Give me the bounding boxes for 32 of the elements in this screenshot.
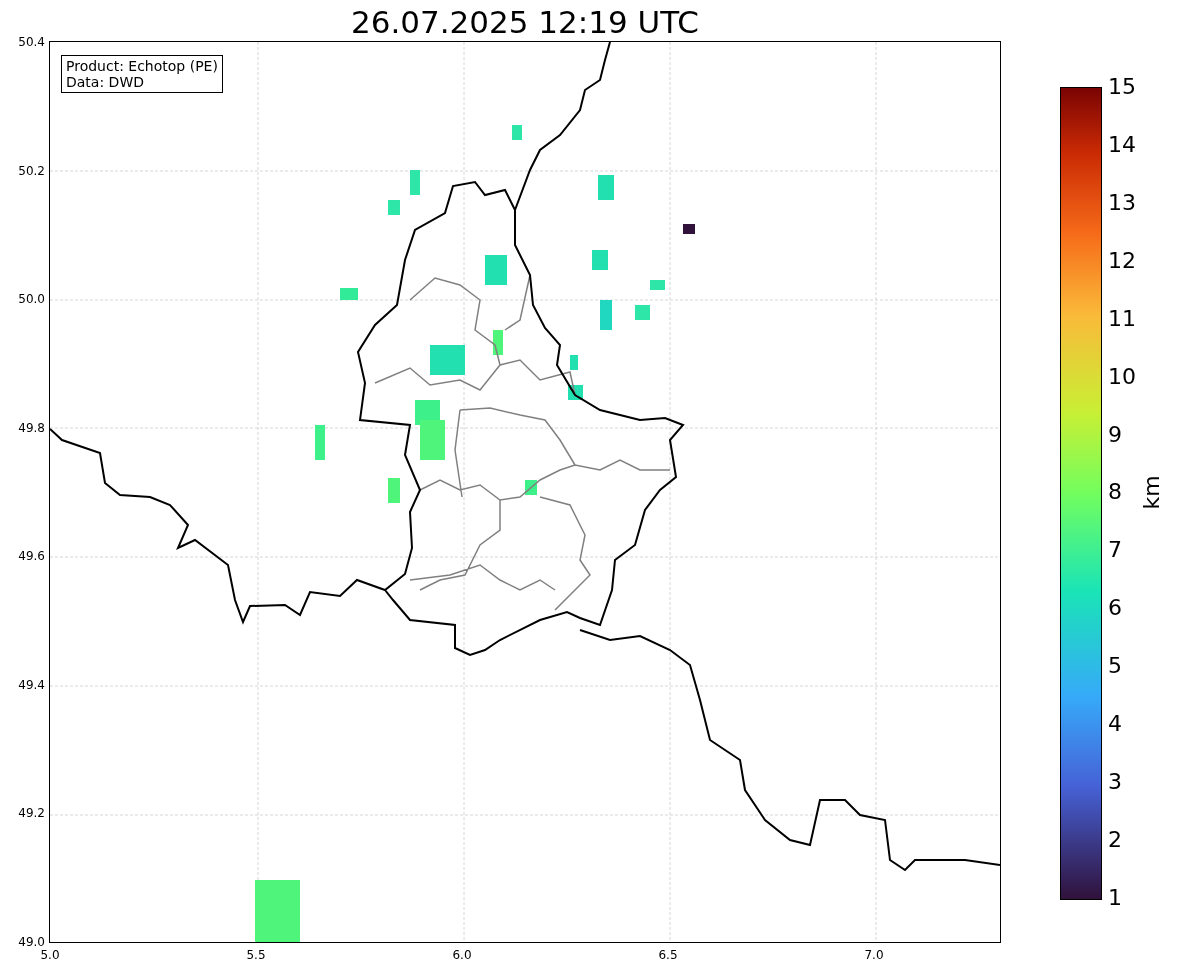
longitude-tick-label: 5.5 bbox=[245, 948, 267, 962]
latitude-tick-label: 49.2 bbox=[18, 806, 45, 821]
colorbar-tick-label: 3 bbox=[1108, 769, 1123, 796]
colorbar-tick-label: 9 bbox=[1108, 421, 1123, 448]
colorbar-tick-label: 10 bbox=[1108, 363, 1136, 390]
colorbar-tick-label: 1 bbox=[1108, 884, 1123, 911]
colorbar-tick-label: 15 bbox=[1108, 74, 1136, 100]
chart-title: 26.07.2025 12:19 UTC bbox=[350, 3, 700, 42]
longitude-tick-label: 7.0 bbox=[863, 948, 885, 962]
colorbar-tick-label: 2 bbox=[1108, 827, 1123, 853]
latitude-tick-label: 49.4 bbox=[18, 677, 45, 692]
colorbar-tick-label: 13 bbox=[1108, 189, 1136, 216]
colorbar-tick-label: 7 bbox=[1108, 537, 1123, 564]
latitude-tick-label: 49.6 bbox=[18, 549, 45, 564]
colorbar-tick-label: 12 bbox=[1108, 247, 1136, 274]
latitude-tick-label: 50.4 bbox=[18, 35, 45, 49]
latitude-tick-label: 50.2 bbox=[18, 163, 45, 178]
latitude-tick-label: 49.0 bbox=[18, 934, 45, 949]
colorbar-tick-label: 11 bbox=[1108, 305, 1136, 332]
info-text: Product: Echotop (PE) bbox=[66, 58, 218, 74]
longitude-tick-label: 6.5 bbox=[657, 948, 679, 962]
longitude-tick-label: 6.0 bbox=[451, 948, 473, 962]
colorbar-tick-label: 8 bbox=[1108, 479, 1123, 506]
longitude-tick-label: 5.0 bbox=[39, 948, 61, 962]
latitude-tick-label: 50.0 bbox=[18, 292, 45, 307]
colorbar-tick-label: 6 bbox=[1108, 595, 1123, 622]
colorbar-tick-label: 5 bbox=[1108, 653, 1123, 680]
colorbar-label: km bbox=[1138, 475, 1164, 510]
info-text: Data: DWD bbox=[66, 74, 145, 90]
colorbar-tick-label: 4 bbox=[1108, 711, 1123, 738]
latitude-tick-label: 49.8 bbox=[18, 420, 45, 435]
colorbar-tick-label: 14 bbox=[1108, 131, 1136, 158]
